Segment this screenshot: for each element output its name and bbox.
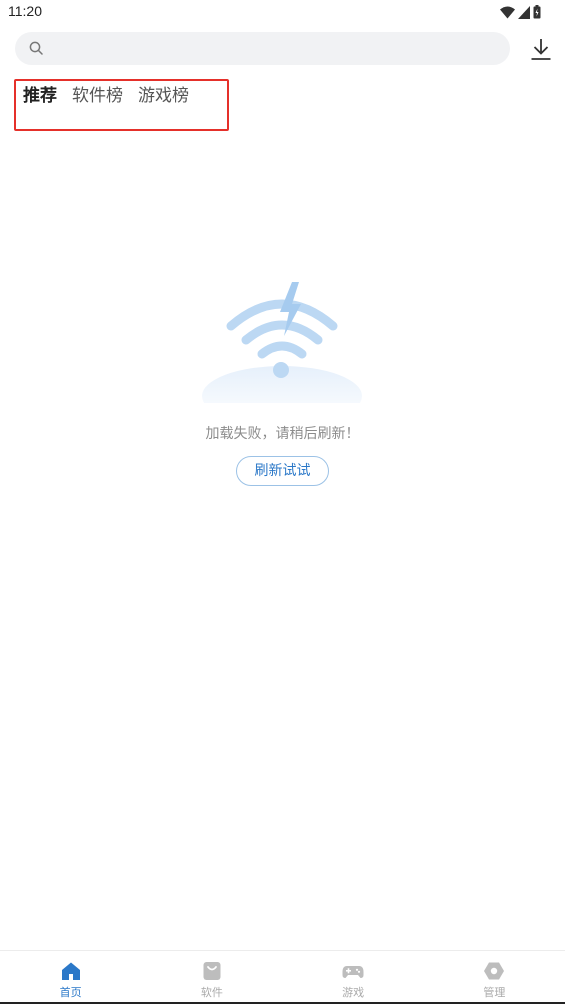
status-time: 11:20 <box>8 3 42 19</box>
nav-label-games: 游戏 <box>342 986 365 999</box>
status-bar: 11:20 <box>0 0 565 24</box>
wifi-icon <box>500 6 515 18</box>
tab-game-chart[interactable]: 游戏榜 <box>138 81 189 106</box>
nav-item-games[interactable]: 游戏 <box>283 951 424 1004</box>
battery-icon <box>533 5 541 19</box>
status-icons <box>500 5 541 19</box>
hexagon-icon <box>484 962 505 980</box>
home-icon <box>61 962 80 980</box>
nav-label-manage: 管理 <box>483 986 506 999</box>
tab-recommend[interactable]: 推荐 <box>23 81 57 106</box>
nav-label-home: 首页 <box>59 986 82 999</box>
bottom-nav: 首页 软件 游戏 管理 <box>0 950 565 1004</box>
signal-icon <box>518 5 530 19</box>
tab-software-chart[interactable]: 软件榜 <box>72 81 123 106</box>
gamepad-icon <box>342 966 364 978</box>
bag-icon <box>203 962 221 980</box>
nav-label-software: 软件 <box>200 986 223 999</box>
search-box[interactable] <box>15 32 510 65</box>
refresh-button[interactable]: 刷新试试 <box>236 456 329 486</box>
network-error-icon <box>202 282 362 403</box>
download-button[interactable] <box>528 36 554 62</box>
nav-item-manage[interactable]: 管理 <box>424 951 565 1004</box>
download-icon <box>531 39 551 60</box>
nav-item-home[interactable]: 首页 <box>0 951 141 1004</box>
app-screen: 11:20 推荐 软件榜 游戏榜 加载失败，请稍后刷新！ 刷新试试 首页 软件 … <box>0 0 565 1004</box>
error-message: 加载失败，请稍后刷新！ <box>205 426 360 442</box>
search-icon <box>29 41 43 55</box>
nav-item-software[interactable]: 软件 <box>141 951 282 1004</box>
search-input[interactable] <box>55 32 495 65</box>
